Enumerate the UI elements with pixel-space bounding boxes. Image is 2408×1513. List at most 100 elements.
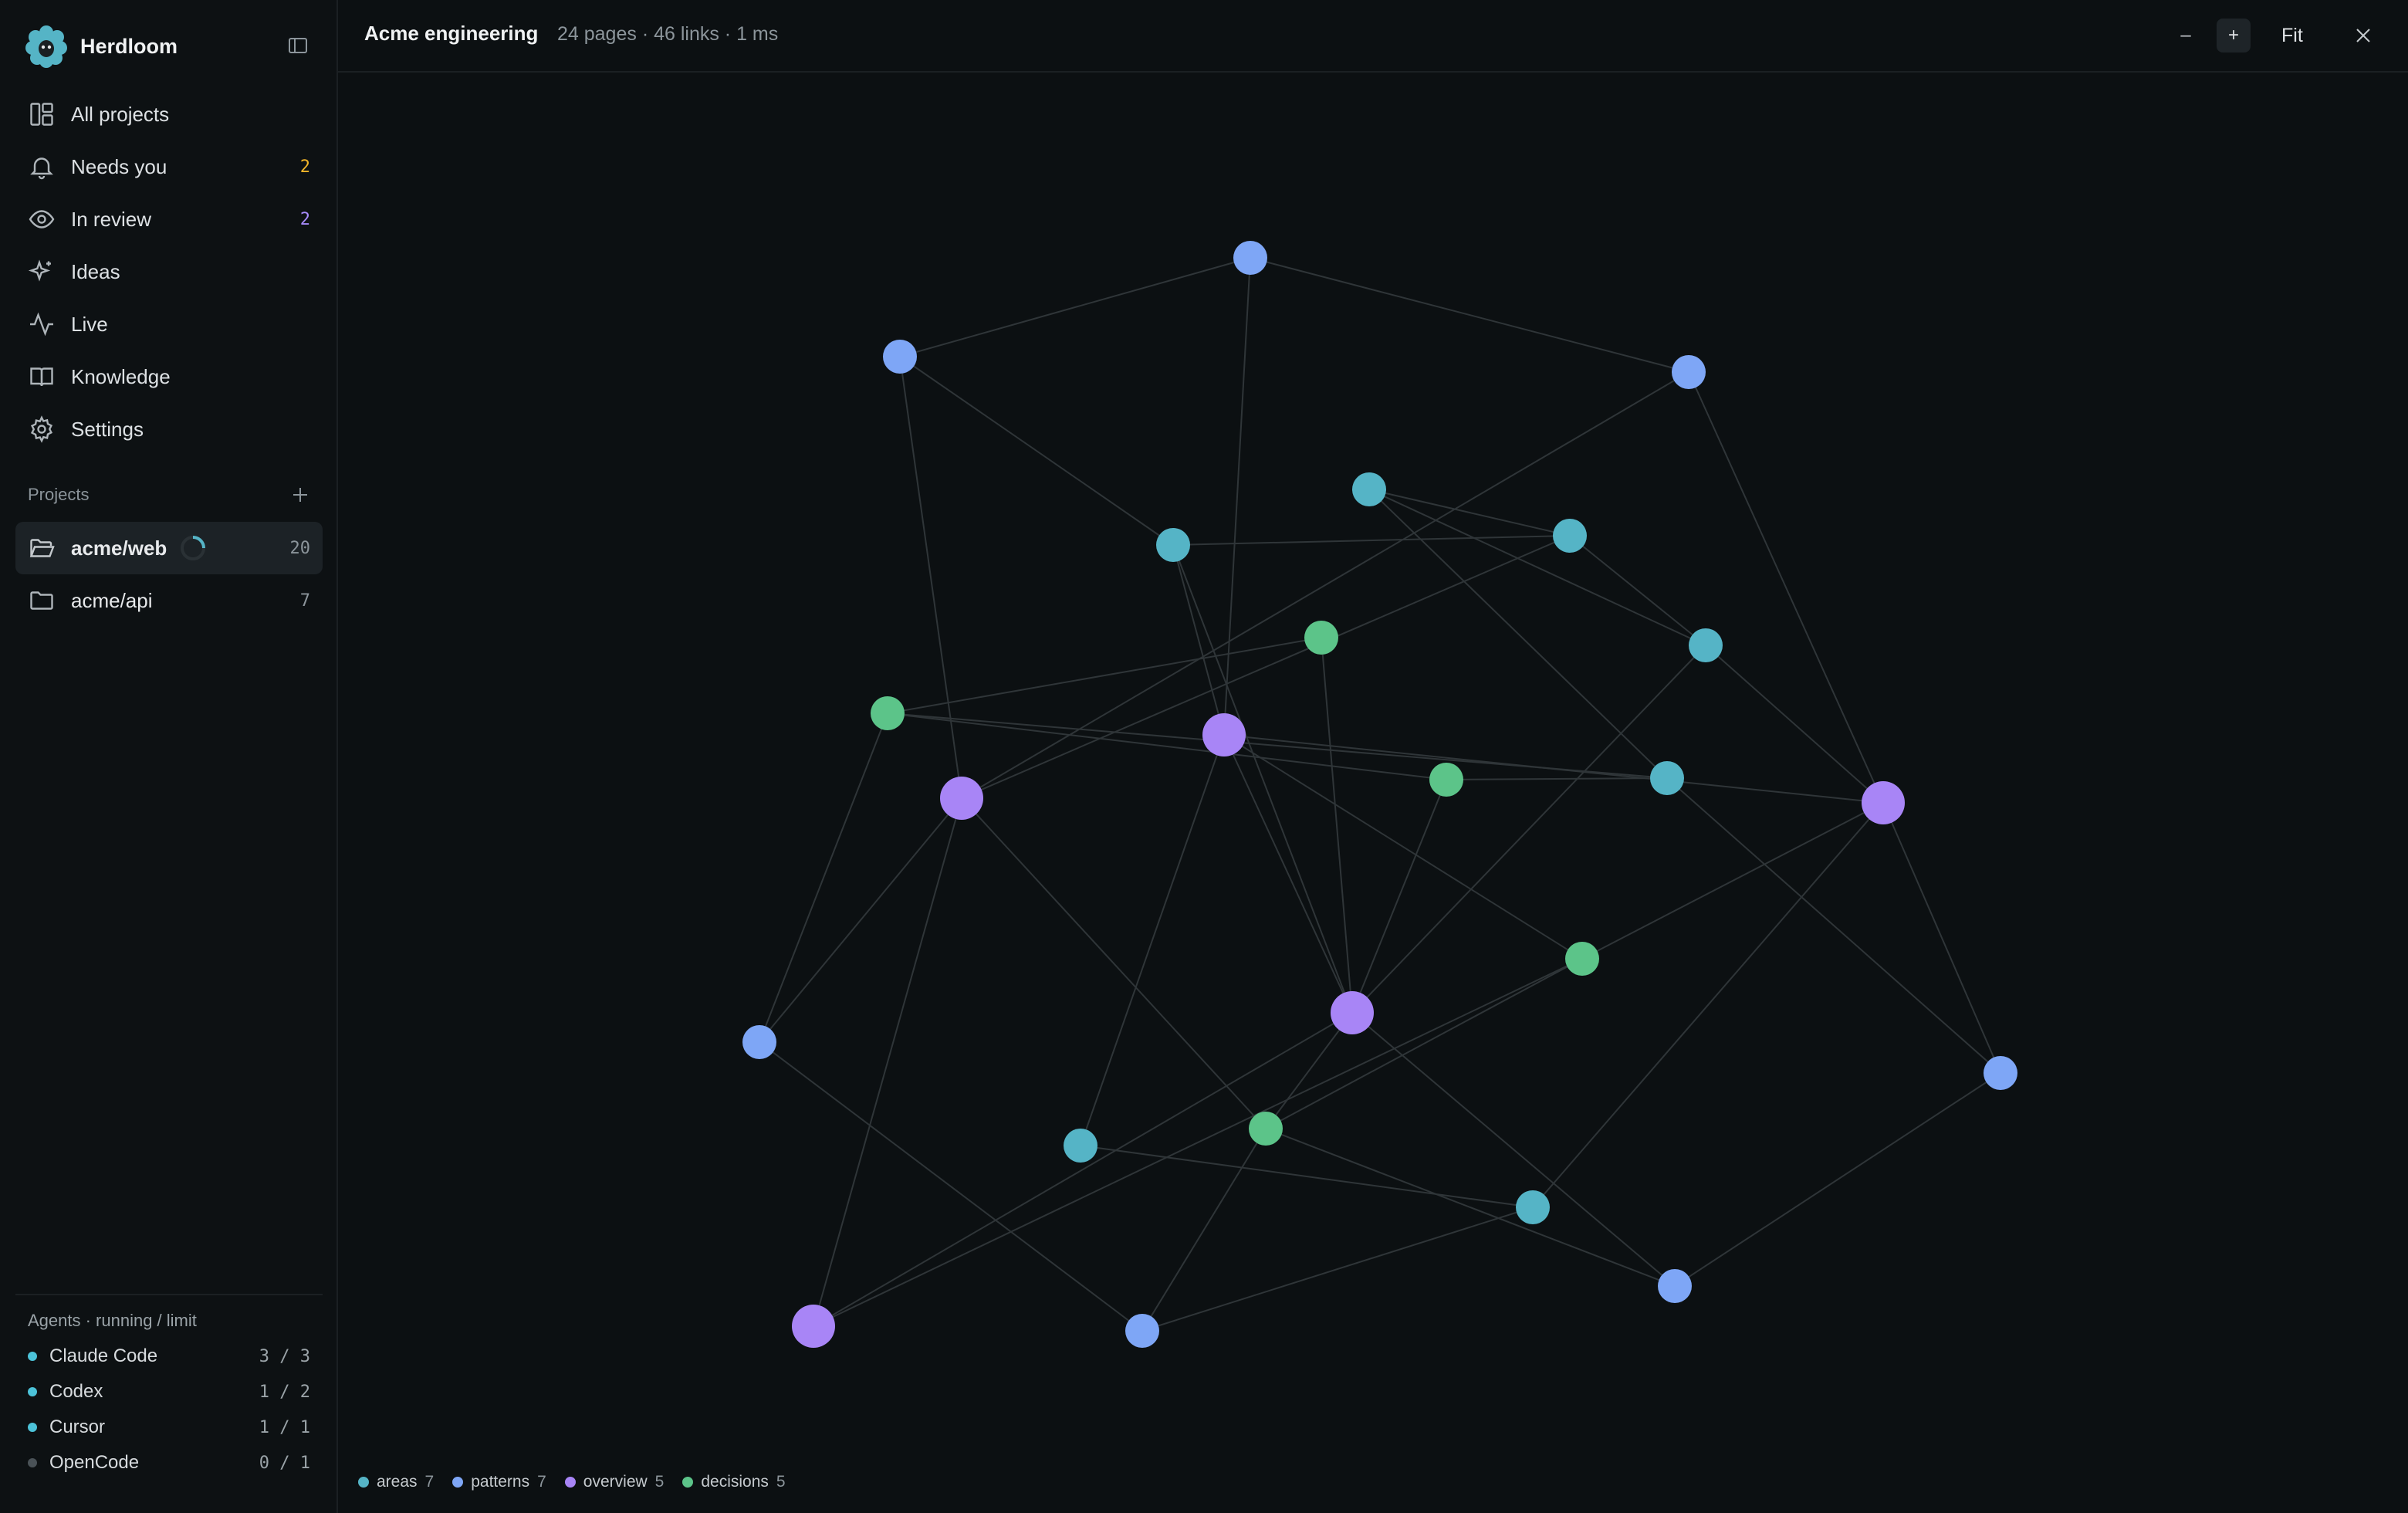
graph-edge — [899, 356, 962, 799]
graph-title: Acme engineering — [364, 22, 539, 45]
graph-node-patterns[interactable] — [1125, 1314, 1159, 1348]
add-project-plus-icon[interactable] — [287, 482, 313, 508]
book-icon — [30, 367, 53, 387]
nav-item-live[interactable]: Live — [15, 298, 323, 350]
main-nav: All projects Needs you 2 In review 2 Ide… — [15, 88, 323, 455]
graph-edge — [1532, 802, 1884, 1208]
fit-button[interactable]: Fit — [2281, 19, 2303, 52]
graph-node-patterns[interactable] — [1672, 355, 1706, 389]
graph-node-decisions[interactable] — [1249, 1112, 1283, 1146]
nav-item-all-projects[interactable]: All projects — [15, 88, 323, 140]
graph-edge — [1688, 371, 1884, 804]
graph-node-areas[interactable] — [1650, 761, 1684, 795]
graph-edge — [1351, 645, 1706, 1014]
legend-count: 7 — [537, 1473, 546, 1491]
graph-node-areas[interactable] — [1689, 628, 1723, 662]
nav-label: Settings — [71, 417, 144, 441]
project-item-acme-api[interactable]: acme/api 7 — [15, 574, 323, 627]
graph-edge — [1351, 1012, 1676, 1287]
nav-item-knowledge[interactable]: Knowledge — [15, 350, 323, 403]
graph-node-patterns[interactable] — [1658, 1269, 1692, 1303]
gear-icon — [30, 415, 53, 443]
agent-name: Cursor — [49, 1417, 106, 1437]
close-icon[interactable] — [2348, 20, 2379, 51]
nav-item-settings[interactable]: Settings — [15, 403, 323, 455]
legend-item-decisions: decisions 5 — [682, 1473, 786, 1491]
project-count: 7 — [299, 591, 310, 611]
graph-node-patterns[interactable] — [1984, 1056, 2017, 1090]
knowledge-graph-canvas[interactable] — [338, 73, 2408, 1462]
zoom-out-button[interactable]: – — [2169, 19, 2203, 52]
graph-edge — [1265, 1128, 1676, 1287]
nav-label: Live — [71, 312, 108, 336]
agent-count: 1 / 1 — [259, 1417, 310, 1437]
graph-edge — [1368, 489, 1706, 646]
grid-icon — [30, 103, 53, 126]
legend-swatch — [564, 1477, 576, 1488]
project-item-acme-web[interactable]: acme/web 20 — [15, 522, 323, 574]
graph-node-patterns[interactable] — [883, 340, 917, 374]
graph-edge — [813, 1012, 1353, 1327]
agent-name: Claude Code — [49, 1345, 158, 1366]
graph-node-decisions[interactable] — [1304, 621, 1338, 655]
graph-edge — [899, 257, 1251, 357]
graph-edge — [813, 797, 962, 1327]
sidebar: Herdloom All projects Needs you 2 In rev… — [0, 0, 338, 1513]
folder-open-icon — [29, 539, 55, 557]
project-label: acme/api — [71, 588, 153, 612]
graph-node-areas[interactable] — [1156, 528, 1190, 562]
graph-node-patterns[interactable] — [1233, 241, 1267, 275]
legend-swatch — [358, 1477, 369, 1488]
graph-edge — [759, 712, 888, 1043]
legend-item-areas: areas 7 — [358, 1473, 434, 1491]
nav-item-in-review[interactable]: In review 2 — [15, 193, 323, 245]
agent-count: 0 / 1 — [259, 1453, 310, 1473]
graph-node-decisions[interactable] — [1429, 763, 1463, 797]
legend-item-overview: overview 5 — [564, 1473, 664, 1491]
graph-edge — [1223, 734, 1583, 960]
graph-edge — [961, 797, 1267, 1129]
sidebar-toggle-icon[interactable] — [286, 34, 310, 57]
nav-item-needs-you[interactable]: Needs you 2 — [15, 140, 323, 193]
graph-node-decisions[interactable] — [1565, 942, 1599, 976]
graph-edge — [1666, 777, 2001, 1074]
graph-node-areas[interactable] — [1064, 1129, 1097, 1163]
graph-node-overview[interactable] — [940, 777, 983, 820]
graph-node-areas[interactable] — [1516, 1190, 1550, 1224]
graph-node-areas[interactable] — [1352, 472, 1386, 506]
graph-node-overview[interactable] — [1862, 781, 1905, 824]
graph-node-decisions[interactable] — [871, 696, 905, 730]
project-count: 20 — [289, 538, 311, 558]
graph-node-patterns[interactable] — [742, 1025, 776, 1059]
graph-node-overview[interactable] — [1202, 713, 1246, 756]
agent-count: 3 / 3 — [259, 1346, 310, 1366]
graph-edge — [1080, 734, 1225, 1146]
agent-status-dot — [28, 1458, 37, 1467]
graph-edge — [1172, 535, 1571, 546]
graph-edge — [813, 958, 1583, 1327]
graph-node-overview[interactable] — [792, 1305, 835, 1348]
projects-header: Projects — [28, 485, 313, 508]
agents-title: Agents · running / limit — [28, 1311, 197, 1330]
graph-edge — [887, 712, 1447, 780]
needs-you-count-badge: 2 — [299, 157, 310, 177]
graph-edge — [1223, 734, 1884, 804]
zoom-in-button[interactable]: + — [2217, 19, 2251, 52]
nav-label: Knowledge — [71, 364, 171, 388]
graph-node-areas[interactable] — [1553, 519, 1587, 553]
graph-view: Acme engineering 24 pages · 46 links · 1… — [338, 0, 2408, 1513]
graph-edge — [1705, 645, 1884, 804]
agent-status-dot — [28, 1352, 37, 1361]
legend-label: decisions — [701, 1473, 769, 1491]
agent-name: Codex — [49, 1381, 103, 1402]
nav-item-ideas[interactable]: Ideas — [15, 245, 323, 298]
folder-icon — [30, 591, 53, 610]
graph-edge — [1172, 544, 1225, 736]
in-review-count-badge: 2 — [299, 209, 310, 229]
graph-node-overview[interactable] — [1331, 991, 1374, 1034]
agent-row-claude-code: Claude Code 3 / 3 — [15, 1339, 323, 1374]
graph-edge — [1882, 802, 2001, 1074]
graph-legend: areas 7 patterns 7 overview 5 decisions … — [358, 1473, 804, 1491]
graph-edge — [1080, 1145, 1534, 1208]
graph-edge — [1265, 1012, 1353, 1129]
